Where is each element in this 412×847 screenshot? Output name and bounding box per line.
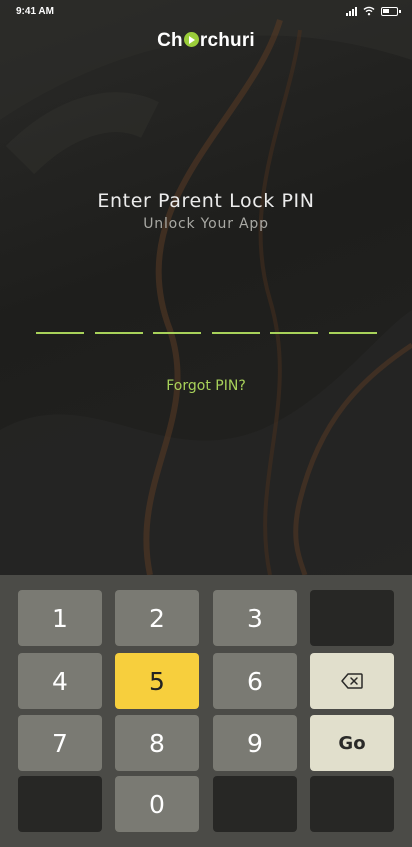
key-1[interactable]: 1 bbox=[18, 590, 102, 646]
key-5[interactable]: 5 bbox=[115, 653, 199, 709]
pin-slot bbox=[270, 332, 319, 334]
page-title: Enter Parent Lock PIN bbox=[97, 190, 315, 212]
logo-text-prefix: Ch bbox=[157, 30, 183, 51]
numeric-keypad: 1 2 3 4 5 6 7 8 9 Go 0 bbox=[0, 575, 412, 847]
status-time: 9:41 AM bbox=[16, 5, 54, 17]
pin-slot bbox=[94, 332, 143, 334]
lock-screen-background bbox=[0, 0, 412, 575]
key-9[interactable]: 9 bbox=[213, 715, 297, 771]
cellular-signal-icon bbox=[346, 6, 357, 16]
play-icon bbox=[183, 32, 199, 47]
status-icons bbox=[346, 6, 401, 16]
app-logo: Ch rchuri bbox=[0, 30, 412, 52]
key-3[interactable]: 3 bbox=[213, 590, 297, 646]
forgot-pin-link[interactable]: Forgot PIN? bbox=[0, 378, 412, 394]
key-blank bbox=[310, 776, 394, 832]
key-blank bbox=[310, 590, 394, 646]
key-blank bbox=[213, 776, 297, 832]
go-button[interactable]: Go bbox=[310, 715, 394, 771]
key-blank bbox=[18, 776, 102, 832]
key-0[interactable]: 0 bbox=[115, 776, 199, 832]
key-6[interactable]: 6 bbox=[213, 653, 297, 709]
pin-entry[interactable] bbox=[36, 332, 377, 334]
pin-slot bbox=[36, 332, 84, 334]
key-2[interactable]: 2 bbox=[115, 590, 199, 646]
logo-text-suffix: rchuri bbox=[199, 30, 255, 51]
decorative-waves bbox=[0, 0, 412, 575]
battery-icon bbox=[381, 6, 401, 16]
key-7[interactable]: 7 bbox=[18, 715, 102, 771]
status-bar: 9:41 AM bbox=[0, 0, 412, 22]
backspace-icon bbox=[341, 673, 363, 689]
key-8[interactable]: 8 bbox=[115, 715, 199, 771]
pin-slot bbox=[328, 332, 377, 334]
key-4[interactable]: 4 bbox=[18, 653, 102, 709]
backspace-button[interactable] bbox=[310, 653, 394, 709]
wifi-icon bbox=[363, 6, 375, 16]
page-subtitle: Unlock Your App bbox=[143, 216, 269, 232]
pin-slot bbox=[153, 332, 202, 334]
pin-slot bbox=[211, 332, 260, 334]
